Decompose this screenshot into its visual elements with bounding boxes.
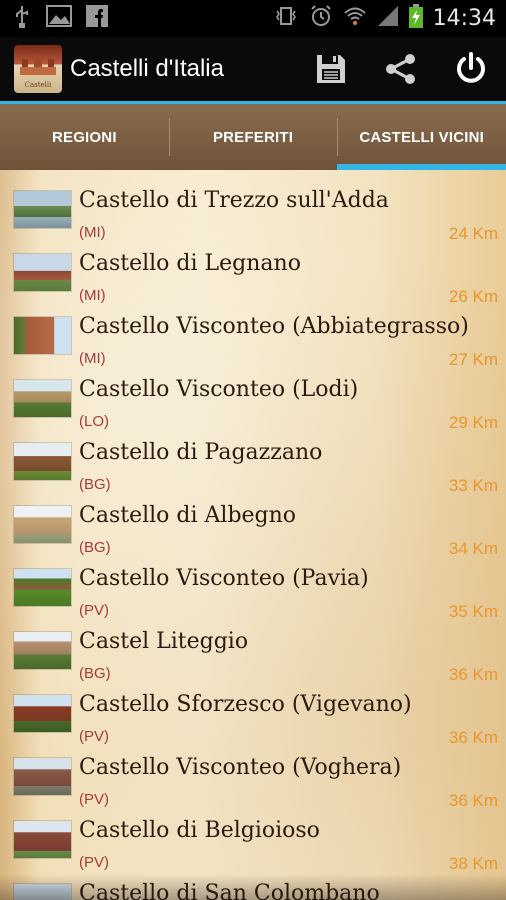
castle-province: (MI) (79, 224, 106, 241)
castle-province: (BG) (79, 665, 111, 682)
castle-thumbnail (14, 380, 71, 417)
list-item[interactable]: Castello di Albegno (BG) 34 Km (0, 493, 506, 558)
castle-province: (PV) (79, 854, 109, 871)
wifi-icon (343, 5, 367, 32)
status-bar: 14:34 (0, 0, 506, 37)
list-item[interactable]: Castello di Belgioioso (PV) 38 Km (0, 808, 506, 873)
castle-province: (PV) (79, 602, 109, 619)
castle-name: Castello di San Colombano (79, 881, 380, 900)
castle-province: (BG) (79, 476, 111, 493)
castle-province: (LO) (79, 413, 109, 430)
notification-icons (12, 4, 108, 33)
list-item[interactable]: Castello Visconteo (Abbiategrasso) (MI) … (0, 304, 506, 369)
castle-name: Castello Visconteo (Voghera) (79, 755, 402, 780)
castle-province: (MI) (79, 287, 106, 304)
action-bar: Castelli Castelli d'Italia (0, 37, 506, 101)
system-icons: 14:34 (273, 4, 496, 33)
castle-thumbnail (14, 695, 71, 732)
tab-regioni[interactable]: REGIONI (0, 104, 169, 170)
svg-text:Castelli: Castelli (25, 81, 53, 89)
facebook-icon (86, 5, 108, 32)
list-item[interactable]: Castello Visconteo (Voghera) (PV) 36 Km (0, 745, 506, 810)
castle-thumbnail (14, 821, 71, 858)
castle-name: Castello di Albegno (79, 503, 297, 528)
castle-province: (MI) (79, 350, 106, 367)
list-item[interactable]: Castello Sforzesco (Vigevano) (PV) 36 Km (0, 682, 506, 747)
castle-name: Castello Visconteo (Pavia) (79, 566, 369, 591)
castle-list[interactable]: Castello di Trezzo sull'Adda (MI) 24 Km … (0, 170, 506, 900)
save-icon (317, 55, 345, 83)
tab-castelli-vicini[interactable]: CASTELLI VICINI (337, 104, 506, 170)
tab-bar: REGIONI PREFERITI CASTELLI VICINI (0, 104, 506, 170)
app-title: Castelli d'Italia (70, 55, 224, 82)
castle-name: Castello Visconteo (Lodi) (79, 377, 359, 402)
castle-thumbnail (14, 758, 71, 795)
castle-thumbnail (14, 191, 71, 228)
castle-thumbnail (14, 317, 71, 354)
list-item[interactable]: Castello di Trezzo sull'Adda (MI) 24 Km (0, 178, 506, 243)
castle-province: (BG) (79, 539, 111, 556)
app-logo-icon[interactable]: Castelli (14, 45, 62, 93)
clock: 14:34 (432, 6, 496, 31)
castle-name: Castello di Trezzo sull'Adda (79, 188, 389, 213)
battery-charging-icon (408, 4, 423, 33)
gallery-icon (46, 5, 72, 32)
save-button[interactable] (296, 37, 366, 101)
castle-thumbnail (14, 254, 71, 291)
list-item[interactable]: Castello di Pagazzano (BG) 33 Km (0, 430, 506, 495)
signal-icon (377, 5, 399, 32)
share-icon (386, 54, 415, 84)
castle-thumbnail (14, 506, 71, 543)
list-item[interactable]: Castello Visconteo (Lodi) (LO) 29 Km (0, 367, 506, 432)
castle-name: Castello di Belgioioso (79, 818, 320, 843)
list-item[interactable]: Castello Visconteo (Pavia) (PV) 35 Km (0, 556, 506, 621)
usb-icon (12, 4, 32, 33)
alarm-icon (309, 4, 333, 33)
list-item[interactable]: Castello di San Colombano (0, 871, 506, 900)
share-button[interactable] (366, 37, 436, 101)
list-item[interactable]: Castello di Legnano (MI) 26 Km (0, 241, 506, 306)
castle-name: Castello di Legnano (79, 251, 301, 276)
power-button[interactable] (436, 37, 506, 101)
list-item[interactable]: Castel Liteggio (BG) 36 Km (0, 619, 506, 684)
castle-province: (PV) (79, 728, 109, 745)
castle-name: Castello Visconteo (Abbiategrasso) (79, 314, 469, 339)
castle-name: Castello di Pagazzano (79, 440, 323, 465)
castle-name: Castello Sforzesco (Vigevano) (79, 692, 412, 717)
castle-thumbnail (14, 884, 71, 900)
castle-province: (PV) (79, 791, 109, 808)
castle-name: Castel Liteggio (79, 629, 249, 654)
vibrate-icon (273, 6, 299, 31)
power-icon (457, 52, 485, 83)
castle-thumbnail (14, 632, 71, 669)
tab-preferiti[interactable]: PREFERITI (168, 104, 338, 170)
castle-thumbnail (14, 443, 71, 480)
castle-thumbnail (14, 569, 71, 606)
